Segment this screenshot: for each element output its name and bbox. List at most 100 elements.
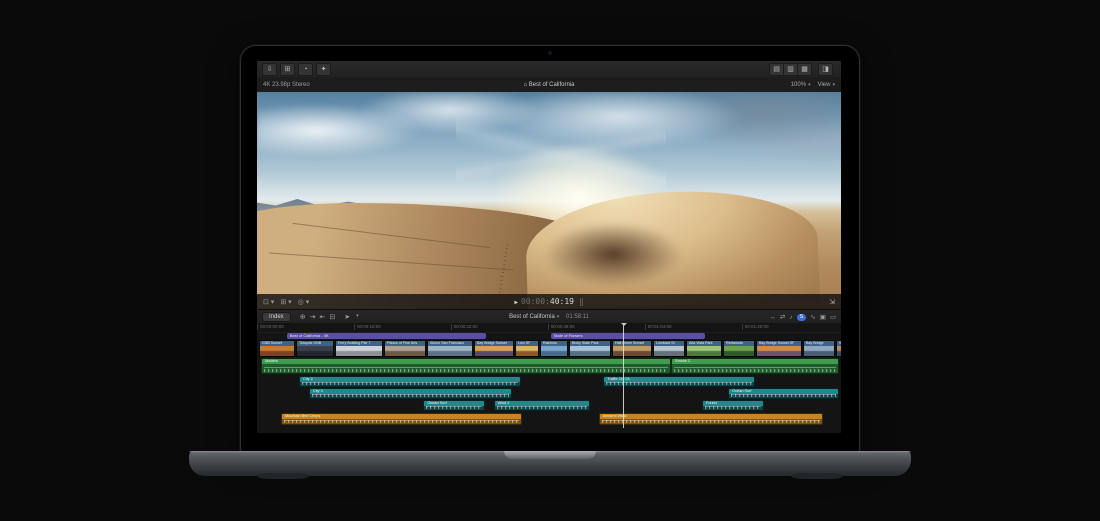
viewer-info-bar: 4K 23.98p Stereo ⌂ Best of California 10… (257, 77, 841, 92)
playhead[interactable] (621, 323, 628, 428)
filmstrip-view-icon[interactable]: ▤ (769, 62, 784, 76)
timeline-video-clip[interactable]: Rainbow (540, 340, 568, 357)
page-background: ⇩ ⊞ ◔ ✦ ▤ ▥ ▦ ◨ 4K 23.98p Stereo ⌂ Best of Ca… (0, 0, 1100, 521)
audio-meters-icon[interactable]: ‖ (579, 297, 584, 306)
viewer-project-title: ⌂ Best of California (523, 81, 575, 88)
clip-thumbnail (385, 346, 425, 356)
import-media-icon[interactable]: ⇩ (262, 62, 277, 76)
project-duration: 01:58:11 (565, 314, 589, 320)
audio-clip[interactable]: Mountain Bird Chirps (280, 413, 523, 425)
clip-thumbnail (336, 346, 382, 356)
audio-clip[interactable]: Ambient Wind (598, 413, 823, 425)
macbook-screen-bezel: ⇩ ⊞ ◔ ✦ ▤ ▥ ▦ ◨ 4K 23.98p Stereo ⌂ Best of Ca… (240, 45, 860, 455)
audio-waveform (674, 369, 836, 372)
timeline-video-clip[interactable]: Tahquitz GNB (296, 340, 334, 357)
timeline-video-clip[interactable]: Lion SF (515, 340, 539, 357)
timeline-video-clip[interactable]: Half Dome Sunset (612, 340, 652, 357)
timeline-video-clip[interactable]: Bay Bridge Sunset SF (756, 340, 802, 357)
timeline-video-clip[interactable]: Bixby State Park (569, 340, 611, 357)
video-clip-track: GNB Sunset Tahquitz GNB Ferry Building Pie… (259, 340, 841, 357)
clip-thumbnail (613, 346, 651, 356)
clip-thumbnail (757, 346, 801, 356)
lid-opening-notch (504, 451, 596, 459)
clip-thumbnail (687, 346, 721, 356)
timeline-video-clip[interactable]: Palace of Fine Arts (384, 340, 426, 357)
audio-clip[interactable]: Traffic Cty 24 (603, 376, 755, 387)
waveform-midline (264, 366, 668, 368)
toolbar-left-icons: ⇩ ⊞ ◔ ✦ (262, 62, 334, 76)
audio-clip[interactable]: Wind 2 (493, 400, 591, 411)
inspector-toggle-icon[interactable]: ◨ (818, 62, 833, 76)
clip-thumbnail (570, 346, 610, 356)
dune-shadow (543, 222, 684, 288)
clip-thumbnail (428, 346, 472, 356)
ruler-tick: 00:00:16:00 (353, 324, 381, 331)
audio-clip[interactable]: City 2 (299, 376, 521, 387)
audio-clip[interactable]: Ocean Surf (423, 400, 485, 411)
timeline-video-clip[interactable]: Redwoods (723, 340, 755, 357)
clip-thumbnail (804, 346, 834, 356)
audio-clip[interactable]: Smoke C (671, 358, 839, 374)
audio-waveform (311, 394, 510, 397)
list-view-icon[interactable]: ▥ (784, 62, 798, 76)
timeline-video-clip[interactable]: Ferry Building Pier 7 (335, 340, 383, 357)
effects-browser-icon[interactable]: ✦ (316, 62, 331, 76)
timeline-project-menu[interactable]: Best of California ▾ 01:58:11 (257, 314, 841, 320)
audio-lane: Modern Smoke C (257, 358, 841, 374)
audio-lane: Mountain Bird Chirps Ambient Wind (257, 413, 841, 425)
audio-clip[interactable]: Forest (702, 400, 764, 411)
clip-thumbnail (516, 346, 538, 356)
macbook-base (189, 451, 911, 479)
play-icon[interactable]: ▶ (514, 299, 518, 306)
viewer-canvas[interactable]: ⊡ ▾ ⊞ ▾ ◎ ▾ ▶ 00:00:40:19 ‖ ⇲ (257, 92, 841, 309)
audio-clip-label: Ambient Wind (599, 414, 822, 419)
project-icon: ⌂ (523, 81, 528, 88)
audio-waveform (264, 369, 668, 372)
timeline-video-clip[interactable]: Bay Bridge Sunset (474, 340, 514, 357)
ruler-tick: 00:00:00:00 (257, 324, 284, 331)
audio-waveform (601, 420, 820, 423)
audio-waveform (606, 382, 752, 385)
audio-waveform (496, 406, 588, 409)
audio-lanes: Modern Smoke C City 2 Traffic Cty 24 City 3O… (257, 358, 841, 433)
clip-thumbnail (837, 346, 841, 356)
audio-waveform (731, 394, 836, 397)
rubber-foot (257, 473, 309, 479)
clip-thumbnail (260, 346, 294, 356)
audio-clip[interactable]: Ocean Surf (728, 388, 839, 399)
timeline-video-clip[interactable]: Alta Vista Park (686, 340, 722, 357)
audio-lane: City 2 Traffic Cty 24 (257, 376, 841, 387)
timeline-video-clip[interactable]: GNB Sunset (259, 340, 295, 357)
audio-clip-label: Mountain Bird Chirps (281, 414, 522, 419)
clip-thumbnail (654, 346, 684, 356)
background-tasks-icon[interactable]: ◔ (298, 62, 313, 76)
ruler-tick: 00:01:04:00 (644, 324, 672, 331)
audio-waveform (705, 406, 761, 409)
audio-lane: City 3 Ocean Surf (257, 388, 841, 399)
clip-thumbnail (475, 346, 513, 356)
audio-clip[interactable]: City 3 (308, 388, 513, 399)
rubber-foot (791, 473, 843, 479)
audio-clip-label: Smoke C (672, 359, 838, 364)
timeline-body[interactable]: 00:00:00:00 00:00:16:00 00:00:32:00 00:00:4… (257, 323, 841, 433)
viewer-transport-bar: ⊡ ▾ ⊞ ▾ ◎ ▾ ▶ 00:00:40:19 ‖ ⇲ (257, 294, 841, 309)
ruler-tick: 00:00:48:00 (547, 324, 575, 331)
timeline-ruler[interactable]: 00:00:00:00 00:00:16:00 00:00:32:00 00:00:4… (257, 323, 841, 333)
todo-marker[interactable]: Best of California - 4K (286, 333, 486, 339)
keyword-editor-icon[interactable]: ⊞ (280, 62, 295, 76)
audio-lane: Ocean Surf Wind 2 Forest (257, 400, 841, 411)
clip-thumbnail (297, 346, 333, 356)
timeline-video-clip[interactable]: SF Skyline (836, 340, 841, 357)
ruler-tick: 00:01:20:00 (741, 324, 769, 331)
audio-clip[interactable]: Modern (261, 358, 671, 374)
timeline-video-clip[interactable]: Above San Francisco (427, 340, 473, 357)
timeline-video-clip[interactable]: Lombard St (653, 340, 685, 357)
clip-view-icon[interactable]: ▦ (798, 62, 812, 76)
timeline-video-clip[interactable]: Bay Bridge (803, 340, 835, 357)
fcp-app-window: ⇩ ⊞ ◔ ✦ ▤ ▥ ▦ ◨ 4K 23.98p Stereo ⌂ Best of Ca… (257, 61, 841, 433)
audio-clip-label: Modern (262, 359, 670, 364)
desert-scene-image (257, 92, 841, 309)
todo-marker[interactable]: State of Flowers (550, 333, 705, 339)
clip-thumbnail (724, 346, 754, 356)
browser-view-toggle: ▤ ▥ ▦ (769, 62, 812, 76)
